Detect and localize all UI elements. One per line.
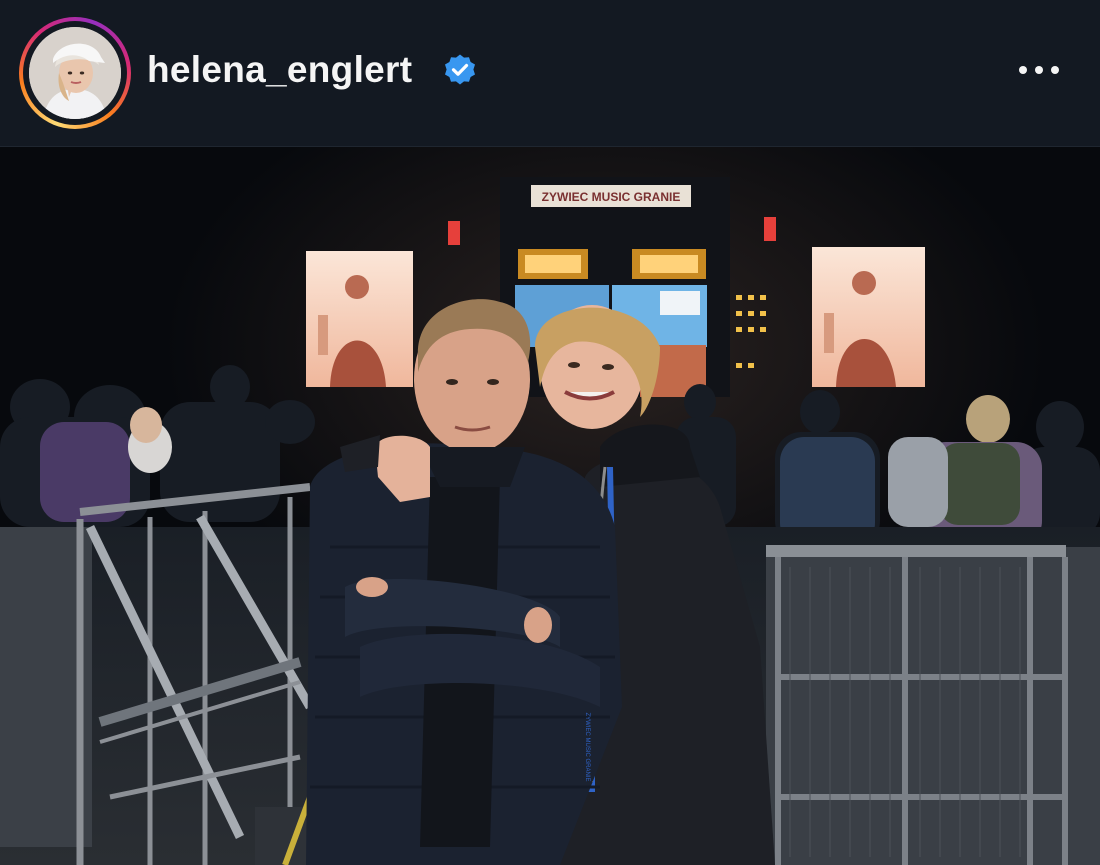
lanyard-text: ZYWIEC MUSIC GRANIE bbox=[584, 712, 590, 781]
left-video-screen bbox=[306, 251, 413, 387]
svg-text:ZYWIEC MUSIC GRANIE: ZYWIEC MUSIC GRANIE bbox=[542, 190, 681, 204]
right-barrier bbox=[766, 545, 1100, 865]
username[interactable]: helena_englert bbox=[147, 48, 412, 92]
stage-sign: ZYWIEC MUSIC GRANIE bbox=[531, 185, 691, 207]
post-photo[interactable]: ZYWIEC MUSIC GRANIE ZYWIEC MUSIC GRANIE bbox=[0, 147, 1100, 865]
more-options-icon[interactable] bbox=[1010, 52, 1068, 88]
verified-badge-icon bbox=[443, 53, 477, 87]
profile-avatar[interactable] bbox=[29, 27, 121, 119]
right-video-screen bbox=[812, 247, 925, 387]
